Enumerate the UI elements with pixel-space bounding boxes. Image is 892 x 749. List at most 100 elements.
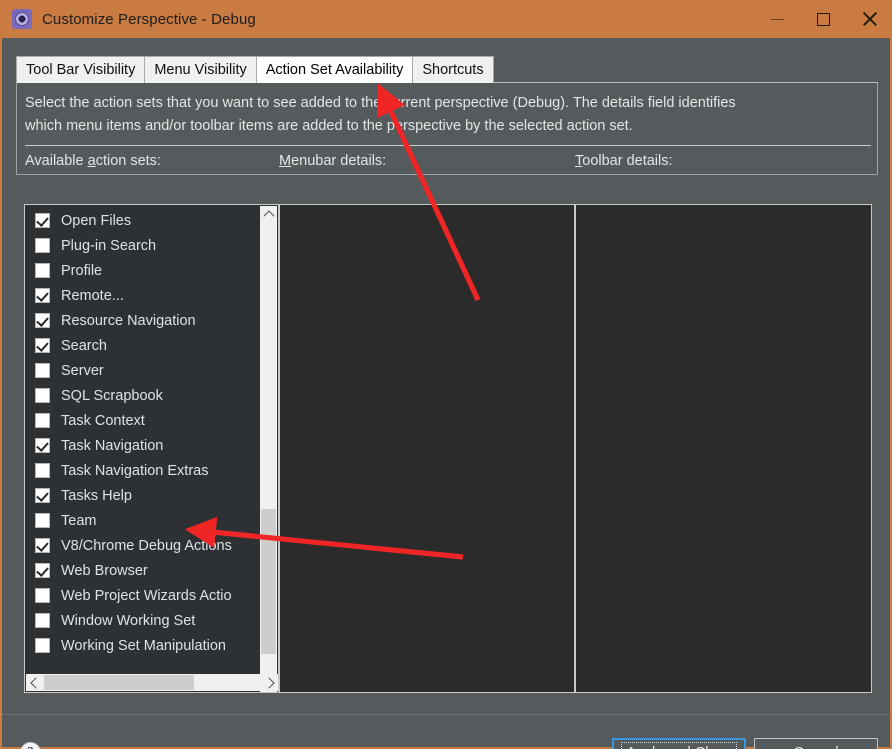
action-set-checkbox[interactable] (35, 438, 50, 453)
tab-menu-visibility[interactable]: Menu Visibility (144, 56, 257, 83)
window-controls (754, 0, 892, 38)
list-item[interactable]: Window Working Set (25, 608, 253, 633)
title-bar: Customize Perspective - Debug (0, 0, 892, 38)
action-set-label: Search (61, 337, 107, 354)
action-set-label: Tasks Help (61, 487, 132, 504)
close-icon (861, 11, 877, 27)
action-set-label: Team (61, 512, 97, 529)
list-item[interactable]: V8/Chrome Debug Actions (25, 533, 253, 558)
tab-label: Shortcuts (422, 62, 484, 78)
list-horizontal-scrollbar[interactable] (26, 674, 278, 691)
maximize-button[interactable] (800, 0, 846, 38)
list-item[interactable]: Task Context (25, 408, 253, 433)
description-separator (25, 145, 871, 146)
list-item[interactable]: Plug-in Search (25, 233, 253, 258)
action-set-checkbox[interactable] (35, 563, 50, 578)
list-item[interactable]: Task Navigation Extras (25, 458, 253, 483)
apply-and-close-button[interactable]: Apply and Close (612, 738, 746, 749)
maximize-icon (816, 12, 830, 26)
vertical-scroll-thumb[interactable] (261, 509, 276, 654)
minimize-button[interactable] (754, 0, 800, 38)
action-set-label: Working Set Manipulation (61, 637, 226, 654)
description-text: Select the action sets that you want to … (25, 92, 865, 138)
cancel-label: Cancel (793, 745, 838, 749)
tab-tool-bar-visibility[interactable]: Tool Bar Visibility (16, 56, 146, 83)
close-button[interactable] (846, 0, 892, 38)
horizontal-scroll-thumb[interactable] (44, 675, 194, 690)
available-action-sets-list[interactable]: Open Files Plug-in Search Profile Remote...… (24, 204, 279, 693)
action-set-checkbox[interactable] (35, 288, 50, 303)
toolbar-details-panel[interactable] (575, 204, 872, 693)
action-set-checkbox[interactable] (35, 213, 50, 228)
action-set-items: Open Files Plug-in Search Profile Remote...… (25, 208, 253, 658)
toolbar-details-label: Toolbar details: (575, 153, 673, 169)
action-set-label: Plug-in Search (61, 237, 157, 254)
cancel-button[interactable]: Cancel (754, 738, 878, 749)
action-set-label: V8/Chrome Debug Actions (61, 537, 232, 554)
list-item[interactable]: Web Browser (25, 558, 253, 583)
action-set-checkbox[interactable] (35, 413, 50, 428)
action-set-checkbox[interactable] (35, 313, 50, 328)
action-set-checkbox[interactable] (35, 388, 50, 403)
perspective-gear-icon (12, 9, 32, 29)
action-set-label: Resource Navigation (61, 312, 196, 329)
chevron-up-icon (262, 210, 275, 222)
action-set-checkbox[interactable] (35, 463, 50, 478)
list-item[interactable]: Search (25, 333, 253, 358)
customize-perspective-dialog: Customize Perspective - Debug Tool Bar V… (0, 0, 892, 749)
available-action-sets-label: Available action sets: (25, 153, 161, 169)
list-item[interactable]: Remote... (25, 283, 253, 308)
action-set-checkbox[interactable] (35, 513, 50, 528)
window-title: Customize Perspective - Debug (42, 10, 256, 28)
tab-strip: Tool Bar Visibility Menu Visibility Acti… (16, 56, 878, 84)
action-set-checkbox[interactable] (35, 363, 50, 378)
tab-label: Tool Bar Visibility (26, 62, 136, 78)
apply-and-close-label: Apply and Close (621, 741, 737, 749)
menubar-details-panel[interactable] (279, 204, 575, 693)
list-item[interactable]: Team (25, 508, 253, 533)
list-item[interactable]: Task Navigation (25, 433, 253, 458)
action-set-label: Task Context (61, 412, 145, 429)
action-set-checkbox[interactable] (35, 488, 50, 503)
dialog-body: Tool Bar Visibility Menu Visibility Acti… (0, 38, 892, 749)
help-icon[interactable]: ? (20, 742, 41, 749)
tab-label: Menu Visibility (154, 62, 247, 78)
scroll-right-button[interactable] (262, 674, 278, 691)
list-item[interactable]: Profile (25, 258, 253, 283)
action-set-label: SQL Scrapbook (61, 387, 163, 404)
list-item[interactable]: Open Files (25, 208, 253, 233)
action-set-label: Web Browser (61, 562, 148, 579)
chevron-right-icon (263, 676, 275, 689)
action-set-label: Web Project Wizards Actio (61, 587, 232, 604)
list-item[interactable]: Server (25, 358, 253, 383)
action-set-checkbox[interactable] (35, 638, 50, 653)
action-set-checkbox[interactable] (35, 538, 50, 553)
action-set-label: Remote... (61, 287, 124, 304)
menubar-details-label: Menubar details: (279, 153, 387, 169)
action-set-checkbox[interactable] (35, 613, 50, 628)
list-item[interactable]: Resource Navigation (25, 308, 253, 333)
list-item[interactable]: SQL Scrapbook (25, 383, 253, 408)
list-vertical-scrollbar[interactable] (260, 206, 277, 692)
chevron-left-icon (30, 676, 42, 689)
action-set-label: Task Navigation (61, 437, 164, 454)
tab-action-set-availability[interactable]: Action Set Availability (255, 56, 414, 83)
action-set-label: Window Working Set (61, 612, 196, 629)
scroll-left-button[interactable] (26, 674, 43, 691)
action-set-label: Task Navigation Extras (61, 462, 209, 479)
action-set-checkbox[interactable] (35, 263, 50, 278)
list-item[interactable]: Tasks Help (25, 483, 253, 508)
list-item[interactable]: Working Set Manipulation (25, 633, 253, 658)
description-line-1: Select the action sets that you want to … (25, 95, 736, 111)
footer-separator (2, 714, 890, 715)
action-set-checkbox[interactable] (35, 238, 50, 253)
action-set-checkbox[interactable] (35, 588, 50, 603)
tab-shortcuts[interactable]: Shortcuts (412, 56, 494, 83)
action-set-label: Profile (61, 262, 103, 279)
list-item[interactable]: Web Project Wizards Actio (25, 583, 253, 608)
scroll-up-button[interactable] (260, 206, 277, 223)
action-set-checkbox[interactable] (35, 338, 50, 353)
tab-label: Action Set Availability (265, 62, 404, 78)
action-set-label: Server (61, 362, 104, 379)
minimize-icon (770, 18, 784, 20)
